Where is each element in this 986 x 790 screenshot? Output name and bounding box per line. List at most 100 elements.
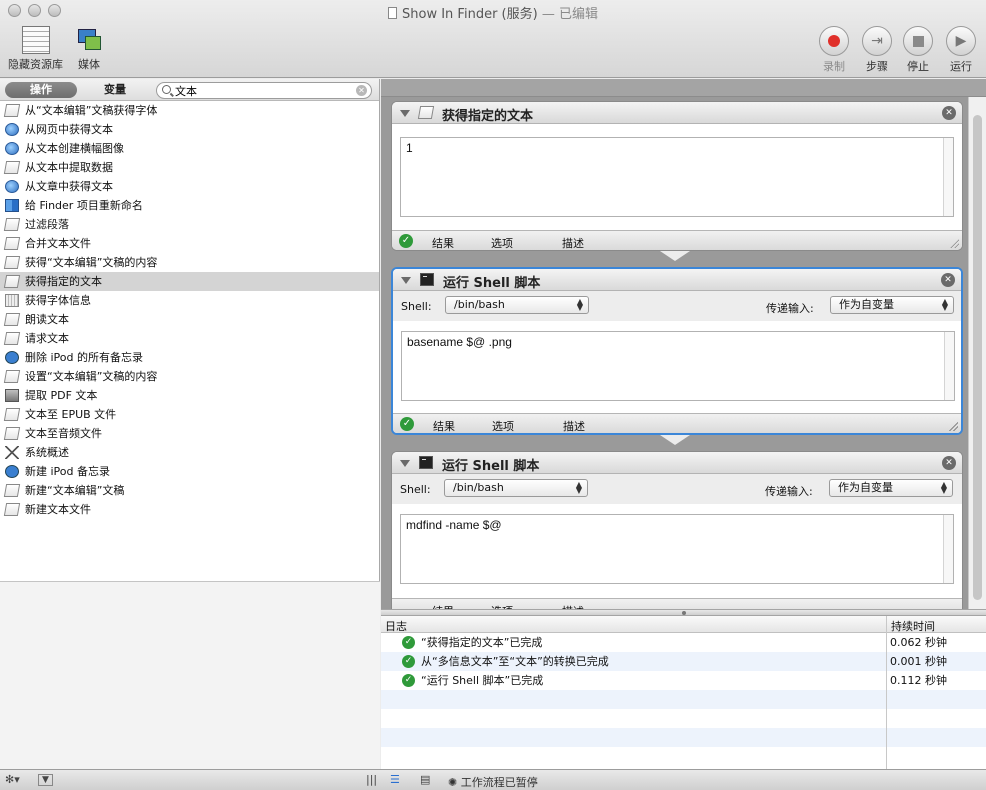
success-check-icon: ✓ [402,636,415,649]
description-tab[interactable]: 描述 [563,418,585,433]
window-title: Show In Finder (服务) — 已编辑 [0,3,986,22]
library-action-item[interactable]: 新建“文本编辑”文稿 [0,481,379,500]
library-action-label: 文本至音频文件 [25,427,102,440]
library-action-item[interactable]: 从“文本编辑”文稿获得字体 [0,101,379,120]
list-view-icon[interactable]: ☰ [390,773,400,786]
resize-grip-icon[interactable] [949,238,959,248]
library-action-label: 合并文本文件 [25,237,91,250]
scrollbar-thumb[interactable] [973,115,982,600]
library-action-item[interactable]: 文本至 EPUB 文件 [0,405,379,424]
library-search[interactable]: ✕ [156,82,372,99]
options-tab[interactable]: 选项 [491,235,513,250]
hide-library-button[interactable]: 隐藏资源库 [8,26,63,72]
success-check-icon: ✓ [399,234,413,248]
log-row: ✓ “运行 Shell 脚本”已完成 0.112 秒钟 [381,671,986,690]
library-action-item[interactable]: 请求文本 [0,329,379,348]
hide-library-label: 隐藏资源库 [8,58,63,71]
results-tab[interactable]: 结果 [432,235,454,250]
action-run-shell-script-2[interactable]: 运行 Shell 脚本 ✕ Shell: /bin/bash ▲ ▼ 传递输入: 作… [391,451,963,609]
clear-search-icon[interactable]: ✕ [356,85,367,96]
library-action-item[interactable]: 系统概述 [0,443,379,462]
library-action-item[interactable]: 从文本创建横幅图像 [0,139,379,158]
divider-handle-icon[interactable] [682,611,686,615]
library-action-item[interactable]: 合并文本文件 [0,234,379,253]
library-action-label: 新建“文本编辑”文稿 [25,484,125,497]
shell-label: Shell: [401,300,432,313]
log-row [381,709,986,728]
search-icon [162,85,171,94]
library-action-item[interactable]: 过滤段落 [0,215,379,234]
library-action-label: 设置“文本编辑”文稿的内容 [25,370,158,383]
library-action-item[interactable]: 设置“文本编辑”文稿的内容 [0,367,379,386]
bottom-bar: ✻▾ ▼ ||| ☰ ▤ ✺ 工作流程已暂停 [0,769,986,790]
terminal-icon [420,273,434,286]
shell-label: Shell: [400,483,431,496]
remove-action-icon[interactable]: ✕ [942,456,956,470]
pass-input-select[interactable]: 作为自变量 ▲ ▼ [829,479,953,497]
library-action-item[interactable]: 从文章中获得文本 [0,177,379,196]
stop-label: 停止 [907,60,929,73]
library-action-item[interactable]: 从网页中获得文本 [0,120,379,139]
tab-variables[interactable]: 变量 [80,82,150,98]
log-message: “运行 Shell 脚本”已完成 [421,674,544,687]
disclosure-triangle-icon[interactable] [400,460,410,467]
log-message: 从“多信息文本”至“文本”的转换已完成 [421,655,609,668]
duration-column-header[interactable]: 持续时间 [891,618,935,634]
log-column-header[interactable]: 日志 [385,618,407,634]
search-input[interactable] [175,84,345,97]
remove-action-icon[interactable]: ✕ [942,106,956,120]
workflow-header-strip [381,79,986,97]
shell-select[interactable]: /bin/bash ▲ ▼ [444,479,588,497]
shell-select[interactable]: /bin/bash ▲ ▼ [445,296,589,314]
text-document-icon [3,408,21,421]
step-button[interactable]: ⇥ 步骤 [862,26,892,74]
remove-action-icon[interactable]: ✕ [941,273,955,287]
gear-menu-icon[interactable]: ✻▾ [5,773,20,786]
library-action-item[interactable]: 朗读文本 [0,310,379,329]
resize-grip-icon[interactable] [948,421,958,431]
library-action-item[interactable]: 提取 PDF 文本 [0,386,379,405]
show-description-icon[interactable]: ▼ [38,774,53,786]
library-action-item[interactable]: 给 Finder 项目重新命名 [0,196,379,215]
disclosure-triangle-icon[interactable] [401,277,411,284]
record-button[interactable]: 录制 [819,26,849,74]
document-icon [388,7,398,19]
action-connector [660,435,690,452]
action-title: 获得指定的文本 [442,109,534,124]
options-tab[interactable]: 选项 [492,418,514,433]
globe-icon [5,142,19,155]
description-tab[interactable]: 描述 [562,235,584,250]
tab-actions[interactable]: 操作 [5,82,77,98]
run-button[interactable]: ▶ 运行 [946,26,976,74]
library-action-item[interactable]: 新建 iPod 备忘录 [0,462,379,481]
pane-resize-handle-icon[interactable]: ||| [366,773,377,786]
library-action-item[interactable]: 获得“文本编辑”文稿的内容 [0,253,379,272]
library-action-item[interactable]: 获得指定的文本 [0,272,379,291]
text-input-value: 1 [406,141,413,155]
flow-view-icon[interactable]: ▤ [420,773,430,786]
ipod-icon [5,351,19,364]
workflow-scrollbar[interactable] [968,97,986,609]
text-document-icon [3,427,21,440]
script-editor[interactable]: mdfind -name $@ [400,514,954,584]
pass-input-select[interactable]: 作为自变量 ▲ ▼ [830,296,954,314]
disclosure-triangle-icon[interactable] [400,110,410,117]
action-get-specified-text[interactable]: 获得指定的文本 ✕ 1 ✓ 结果 选项 描述 [391,101,963,251]
stop-button[interactable]: 停止 [903,26,933,74]
action-run-shell-script-1[interactable]: 运行 Shell 脚本 ✕ Shell: /bin/bash ▲ ▼ 传递输入: 作… [391,267,963,435]
library-action-item[interactable]: 文本至音频文件 [0,424,379,443]
script-editor[interactable]: basename $@ .png [401,331,955,401]
text-document-icon [3,275,21,288]
results-tab[interactable]: 结果 [433,418,455,433]
library-action-item[interactable]: 删除 iPod 的所有备忘录 [0,348,379,367]
split-view-divider[interactable] [381,609,986,616]
stop-icon [912,35,924,47]
library-action-item[interactable]: 获得字体信息 [0,291,379,310]
text-document-icon [3,370,21,383]
library-action-item[interactable]: 从文本中提取数据 [0,158,379,177]
media-button[interactable]: 媒体 [75,26,103,72]
text-input-area[interactable]: 1 [400,137,954,217]
library-action-item[interactable]: 新建文本文件 [0,500,379,519]
library-action-label: 给 Finder 项目重新命名 [25,199,143,212]
text-document-icon [3,161,21,174]
